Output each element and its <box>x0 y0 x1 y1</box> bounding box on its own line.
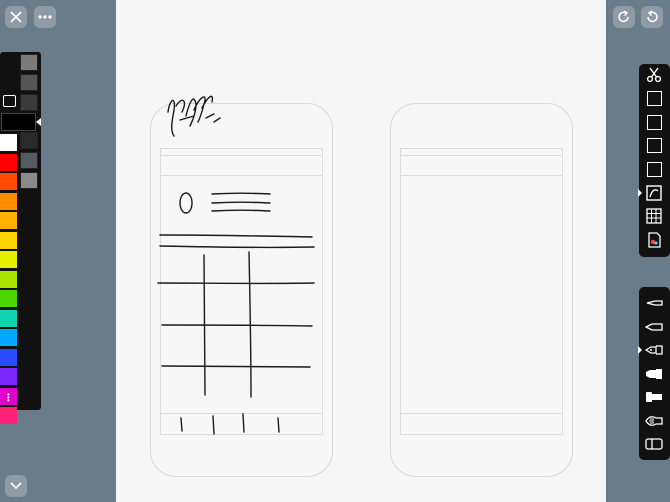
fountain-pen-icon <box>645 342 663 358</box>
ink-scribble <box>167 95 221 137</box>
fountain-pen-button[interactable] <box>641 339 667 361</box>
eraser-icon <box>645 436 663 452</box>
color-swatch[interactable] <box>0 231 17 249</box>
scissors-icon <box>646 67 662 83</box>
chevron-down-icon <box>10 482 22 490</box>
color-swatch[interactable] <box>0 270 17 288</box>
ink-divider <box>159 234 313 238</box>
undo-icon <box>647 10 658 23</box>
eraser-button[interactable] <box>641 433 667 455</box>
color-swatch[interactable] <box>0 153 17 171</box>
color-swatch[interactable] <box>20 74 38 91</box>
ellipsis-icon <box>38 15 52 19</box>
marker-button[interactable] <box>641 363 667 385</box>
color-page-icon <box>646 231 662 248</box>
marker-icon <box>645 366 663 382</box>
ink-tab-tick <box>212 415 215 435</box>
blank-page-icon <box>646 91 662 106</box>
blank-page-button[interactable] <box>641 158 667 180</box>
ink-text-line <box>211 201 271 204</box>
palette-settings-icon[interactable] <box>3 95 16 107</box>
palette-more-icon[interactable]: • • • <box>7 391 10 405</box>
more-button[interactable] <box>34 6 56 28</box>
close-button[interactable] <box>5 6 27 28</box>
pen-button[interactable] <box>641 316 667 338</box>
ink-avatar-circle <box>179 192 193 214</box>
pen-page-button[interactable] <box>641 182 667 204</box>
blank-page-button[interactable] <box>641 135 667 157</box>
fine-pen-button[interactable] <box>641 292 667 314</box>
highlighter-button[interactable] <box>641 386 667 408</box>
highlighter-icon <box>645 389 663 405</box>
color-swatch[interactable] <box>0 348 17 366</box>
color-swatch[interactable] <box>0 192 17 210</box>
fine-pen-icon <box>645 295 663 311</box>
blank-page-icon <box>646 138 662 153</box>
brush-icon <box>645 413 663 429</box>
ink-tab-tick <box>277 417 280 433</box>
selected-color-swatch[interactable] <box>1 113 36 131</box>
scissors-button[interactable] <box>641 64 667 86</box>
ink-text-line <box>211 209 271 212</box>
color-swatch[interactable] <box>0 290 17 307</box>
selected-color-marker-icon <box>36 118 41 126</box>
grid-page-icon <box>646 208 662 224</box>
pen-icon <box>645 319 663 335</box>
pen-page-icon <box>646 184 662 201</box>
ink-text-line <box>211 192 271 195</box>
brush-button[interactable] <box>641 410 667 432</box>
blank-page-icon <box>646 161 662 177</box>
redo-icon <box>618 10 629 23</box>
drawing-canvas[interactable] <box>116 0 606 502</box>
color-swatch[interactable] <box>20 172 38 189</box>
ink-tab-tick <box>242 413 245 433</box>
ink-sketch <box>157 95 315 435</box>
color-swatch[interactable] <box>0 173 17 190</box>
ink-row-line <box>161 365 311 368</box>
color-swatch[interactable] <box>20 54 38 71</box>
color-swatch[interactable] <box>20 132 38 149</box>
blank-page-icon <box>646 114 662 130</box>
ink-divider <box>159 245 315 249</box>
color-swatch[interactable] <box>0 329 17 346</box>
color-swatch[interactable] <box>0 368 17 385</box>
ink-column-line <box>203 254 206 396</box>
grid-page-button[interactable] <box>641 205 667 227</box>
ink-column-line <box>248 251 252 398</box>
color-swatch[interactable] <box>20 152 38 169</box>
color-swatch[interactable] <box>0 251 17 268</box>
ink-row-line <box>161 324 313 327</box>
color-swatch[interactable] <box>0 407 17 424</box>
undo-button[interactable] <box>641 6 663 28</box>
redo-button[interactable] <box>613 6 635 28</box>
color-swatch[interactable] <box>0 134 17 151</box>
close-icon <box>10 11 22 23</box>
color-swatch[interactable] <box>0 309 17 327</box>
color-page-button[interactable] <box>641 229 667 251</box>
color-swatch[interactable] <box>0 212 17 229</box>
blank-page-button[interactable] <box>641 111 667 133</box>
collapse-button[interactable] <box>5 475 27 497</box>
selected-tool-marker-icon <box>638 188 642 197</box>
color-swatch[interactable] <box>20 94 38 111</box>
blank-page-button[interactable] <box>641 88 667 110</box>
selected-tool-marker-icon <box>638 346 642 354</box>
ink-tab-tick <box>180 417 183 432</box>
